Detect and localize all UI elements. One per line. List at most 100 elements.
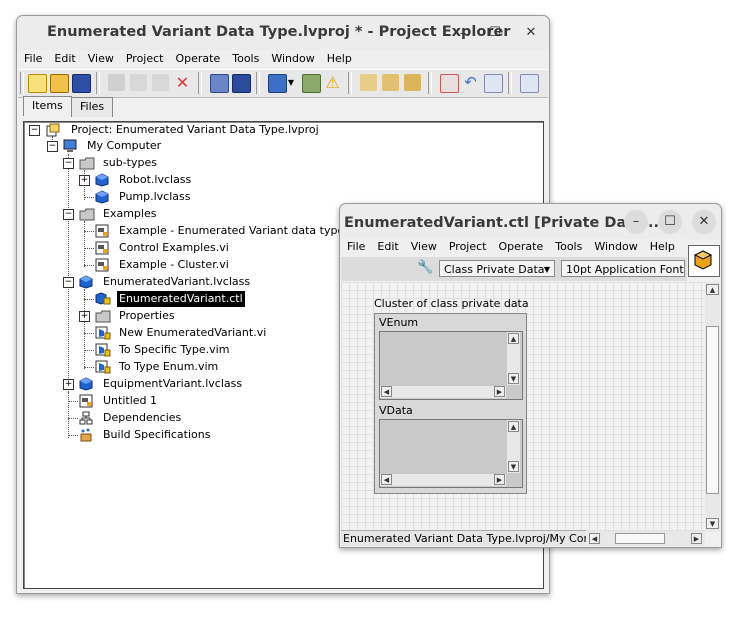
scroll-thumb[interactable] bbox=[706, 326, 719, 494]
menu-project[interactable]: Project bbox=[120, 50, 170, 68]
venum-control[interactable]: ▲ ▼ ◀ ▶ bbox=[379, 331, 523, 400]
new-icon[interactable] bbox=[28, 74, 47, 93]
control-editor-titlebar[interactable]: EnumeratedVariant.ctl [Private Data ... … bbox=[340, 204, 721, 240]
tree-item-dependencies[interactable]: Dependencies bbox=[24, 410, 324, 426]
menu-help[interactable]: Help bbox=[321, 50, 358, 68]
maximize-icon[interactable]: ☐ bbox=[483, 21, 507, 45]
front-panel-vertical-scrollbar[interactable]: ▲ ▼ bbox=[705, 282, 720, 532]
tree-item-control-examples-vi[interactable]: Control Examples.vi bbox=[24, 240, 324, 256]
collapse-toggle[interactable]: − bbox=[63, 209, 74, 220]
menu-edit[interactable]: Edit bbox=[371, 238, 404, 256]
menu-view[interactable]: View bbox=[82, 50, 120, 68]
scroll-up-icon[interactable]: ▲ bbox=[508, 421, 519, 432]
deploy-icon[interactable] bbox=[232, 74, 251, 93]
scroll-down-icon[interactable]: ▼ bbox=[706, 518, 719, 529]
menu-operate[interactable]: Operate bbox=[492, 238, 549, 256]
paste-icon[interactable] bbox=[152, 74, 169, 91]
collapse-toggle[interactable]: − bbox=[47, 141, 58, 152]
tree-item-sub-types[interactable]: − sub-types bbox=[24, 155, 324, 171]
collapse-toggle[interactable]: − bbox=[63, 158, 74, 169]
tab-files[interactable]: Files bbox=[71, 97, 114, 117]
collapse-toggle[interactable]: − bbox=[63, 277, 74, 288]
menu-help[interactable]: Help bbox=[644, 238, 681, 256]
expand-toggle[interactable]: + bbox=[63, 379, 74, 390]
class-icon-preview[interactable] bbox=[688, 245, 720, 277]
build-icon[interactable] bbox=[210, 74, 229, 93]
scroll-left-icon[interactable]: ◀ bbox=[589, 533, 600, 544]
tree-item-robot-class[interactable]: + Robot.lvclass bbox=[24, 172, 324, 188]
menu-project[interactable]: Project bbox=[443, 238, 493, 256]
menu-operate[interactable]: Operate bbox=[169, 50, 226, 68]
project-explorer-titlebar[interactable]: Enumerated Variant Data Type.lvproj * - … bbox=[17, 16, 549, 50]
scroll-up-icon[interactable]: ▲ bbox=[706, 284, 719, 295]
tree-item-untitled-1[interactable]: Untitled 1 bbox=[24, 393, 324, 409]
scroll-down-icon[interactable]: ▼ bbox=[508, 461, 519, 472]
tree-item-to-type-enum-vim[interactable]: To Type Enum.vim bbox=[24, 359, 324, 375]
diff-icon[interactable] bbox=[520, 74, 539, 93]
close-icon[interactable]: ✕ bbox=[519, 21, 543, 45]
delete-icon[interactable]: ✕ bbox=[174, 74, 191, 91]
font-ring[interactable]: 10pt Application Font bbox=[561, 260, 685, 277]
save-all-icon[interactable] bbox=[72, 74, 91, 93]
tree-item-example-enum-variant-vi[interactable]: Example - Enumerated Variant data type.v… bbox=[24, 223, 357, 239]
tree-item-equipment-variant-class[interactable]: + EquipmentVariant.lvclass bbox=[24, 376, 324, 392]
front-panel-horizontal-scrollbar[interactable]: ◀ ▶ bbox=[587, 531, 705, 546]
source-control-icon[interactable] bbox=[302, 74, 321, 93]
scroll-left-icon[interactable]: ◀ bbox=[381, 386, 392, 397]
refresh-icon[interactable] bbox=[404, 74, 421, 91]
open-folder-icon[interactable] bbox=[50, 74, 69, 93]
menu-tools[interactable]: Tools bbox=[549, 238, 588, 256]
scroll-right-icon[interactable]: ▶ bbox=[494, 386, 505, 397]
tree-item-build-specifications[interactable]: Build Specifications bbox=[24, 427, 324, 443]
chevron-down-icon[interactable]: ▼ bbox=[286, 74, 296, 91]
tree-item-example-cluster-vi[interactable]: Example - Cluster.vi bbox=[24, 257, 324, 273]
scroll-up-icon[interactable]: ▲ bbox=[508, 333, 519, 344]
vdata-vertical-scrollbar[interactable]: ▲ ▼ bbox=[507, 420, 520, 473]
undo-checkout-icon[interactable]: ↶ bbox=[462, 74, 479, 91]
scroll-down-icon[interactable]: ▼ bbox=[508, 373, 519, 384]
tree-item-to-specific-type-vim[interactable]: To Specific Type.vim bbox=[24, 342, 324, 358]
scroll-right-icon[interactable]: ▶ bbox=[494, 474, 505, 485]
scroll-right-icon[interactable]: ▶ bbox=[691, 533, 702, 544]
minimize-icon[interactable]: – bbox=[624, 210, 648, 234]
menu-window[interactable]: Window bbox=[265, 50, 320, 68]
scroll-left-icon[interactable]: ◀ bbox=[381, 474, 392, 485]
tree-item-examples[interactable]: − Examples bbox=[24, 206, 324, 222]
expand-toggle[interactable]: + bbox=[79, 175, 90, 186]
minimize-icon[interactable]: – bbox=[451, 22, 475, 46]
private-data-cluster[interactable]: VEnum ▲ ▼ ◀ ▶ VData ▲ ▼ ◀ ▶ bbox=[374, 313, 527, 494]
venum-horizontal-scrollbar[interactable]: ◀ ▶ bbox=[380, 386, 506, 398]
menu-edit[interactable]: Edit bbox=[48, 50, 81, 68]
view-options-icon[interactable] bbox=[268, 74, 287, 93]
add-to-source-icon[interactable] bbox=[484, 74, 503, 93]
vdata-horizontal-scrollbar[interactable]: ◀ ▶ bbox=[380, 474, 506, 486]
tree-item-new-enumerated-variant-vi[interactable]: New EnumeratedVariant.vi bbox=[24, 325, 324, 341]
tree-item-my-computer[interactable]: − My Computer bbox=[24, 138, 324, 154]
dependency-icon[interactable] bbox=[360, 74, 377, 91]
maximize-icon[interactable]: ☐ bbox=[658, 210, 682, 234]
tree-item-project[interactable]: − Project: Enumerated Variant Data Type.… bbox=[24, 122, 324, 138]
copy-icon[interactable] bbox=[130, 74, 147, 91]
wrench-icon[interactable]: 🔧 bbox=[417, 260, 433, 275]
menu-file[interactable]: File bbox=[341, 238, 371, 256]
warning-icon[interactable]: ⚠ bbox=[324, 74, 341, 91]
tree-item-enumerated-variant-ctl[interactable]: EnumeratedVariant.ctl bbox=[24, 291, 324, 307]
class-private-data-ring[interactable]: Class Private Data ▼ bbox=[439, 260, 555, 277]
menu-file[interactable]: File bbox=[18, 50, 48, 68]
menu-tools[interactable]: Tools bbox=[226, 50, 265, 68]
vdata-control[interactable]: ▲ ▼ ◀ ▶ bbox=[379, 419, 523, 488]
package-icon[interactable] bbox=[382, 74, 399, 91]
tab-items[interactable]: Items bbox=[23, 96, 72, 116]
checkout-icon[interactable] bbox=[440, 74, 459, 93]
collapse-toggle[interactable]: − bbox=[29, 125, 40, 136]
close-icon[interactable]: ✕ bbox=[692, 210, 716, 234]
venum-vertical-scrollbar[interactable]: ▲ ▼ bbox=[507, 332, 520, 385]
tree-item-enumerated-variant-class[interactable]: − EnumeratedVariant.lvclass bbox=[24, 274, 324, 290]
menu-view[interactable]: View bbox=[405, 238, 443, 256]
expand-toggle[interactable]: + bbox=[79, 311, 90, 322]
cut-icon[interactable] bbox=[108, 74, 125, 91]
tree-item-properties[interactable]: + Properties bbox=[24, 308, 324, 324]
menu-window[interactable]: Window bbox=[588, 238, 643, 256]
tree-item-pump-class[interactable]: Pump.lvclass bbox=[24, 189, 324, 205]
front-panel-canvas[interactable]: Cluster of class private data VEnum ▲ ▼ … bbox=[341, 282, 705, 532]
